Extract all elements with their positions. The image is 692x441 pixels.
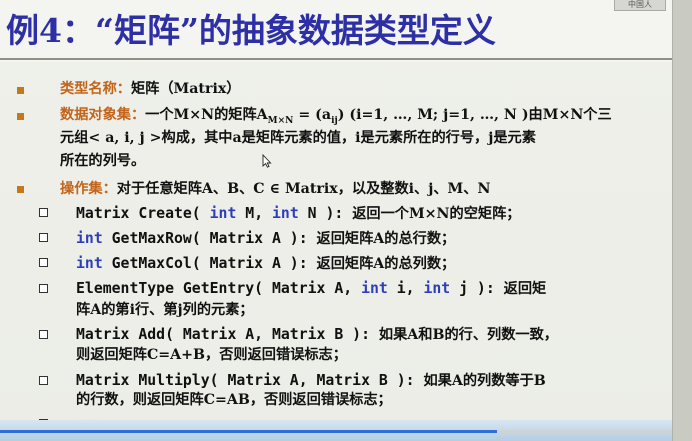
op-get-entry: ElementType GetEntry( Matrix A, int i, i…: [76, 278, 546, 298]
checkbox-bullet-icon: [39, 330, 48, 339]
op-desc: 返回矩阵A的总列数；: [316, 256, 456, 272]
op-desc: 返回矩阵A的总行数；: [316, 231, 456, 247]
video-progress-fill[interactable]: [0, 430, 498, 433]
data-set-line-1: 数据对象集：一个M×N的矩阵AM×N = (aij) (i=1, …, M; j…: [60, 104, 612, 126]
op-desc: 返回矩: [503, 281, 547, 297]
op-keyword: int: [361, 280, 388, 297]
bullet-icon: [17, 87, 24, 94]
op-code: Matrix Create(: [76, 205, 210, 222]
data-set-text-1c: ) (i=1, …, M; j=1, …, N )由M×N个三: [337, 107, 612, 123]
op-desc: 如果A和B的行、列数一致，: [378, 327, 558, 343]
checkbox-bullet-icon: [39, 208, 48, 217]
bullet-icon: [17, 186, 24, 193]
data-set-label: 数据对象集：: [60, 107, 146, 123]
checkbox-bullet-icon: [39, 233, 48, 242]
op-get-entry-desc-2: 阵A的第i行、第j列的元素；: [76, 302, 254, 318]
ops-intro: 对于任意矩阵A、B、C ∈ Matrix，以及整数i、j、M、N: [116, 181, 491, 197]
ops-label: 操作集：: [60, 181, 117, 197]
op-code: N ):: [298, 205, 353, 222]
op-code: GetMaxCol( Matrix A ):: [102, 255, 317, 272]
type-name-label: 类型名称：: [60, 81, 131, 97]
op-keyword: int: [76, 230, 103, 247]
checkbox-bullet-icon: [39, 284, 48, 293]
op-multiply-desc-2: 的行数，则返回矩阵C=AB，否则返回错误标志；: [76, 392, 392, 408]
type-name-line: 类型名称：矩阵（Matrix）: [60, 78, 240, 98]
corner-button[interactable]: 中国人: [614, 0, 666, 11]
op-code: i,: [387, 280, 424, 297]
op-keyword: int: [209, 205, 237, 222]
op-desc: 返回一个M×N的空矩阵；: [352, 206, 521, 222]
data-set-subscript: M×N: [267, 115, 294, 126]
op-code: GetMaxRow( Matrix A ):: [102, 230, 317, 247]
ops-intro-line: 操作集：对于任意矩阵A、B、C ∈ Matrix，以及整数i、j、M、N: [60, 178, 490, 198]
op-get-max-row: int GetMaxRow( Matrix A ): 返回矩阵A的总行数；: [76, 228, 455, 248]
data-set-line-3: 所在的列号。: [60, 153, 146, 169]
op-create: Matrix Create( int M, int N ): 返回一个M×N的空…: [76, 203, 520, 223]
data-set-line-2: 元组< a, i, j >构成，其中a是矩阵元素的值，i是元素所在的行号，j是元…: [60, 130, 536, 146]
type-name-value: 矩阵（Matrix）: [130, 81, 241, 97]
op-multiply: Matrix Multiply( Matrix A, Matrix B ): 如…: [76, 370, 546, 390]
mouse-cursor-icon: [262, 154, 272, 168]
data-set-subscript-2: ij: [331, 115, 338, 126]
data-set-text-1b: = (a: [293, 107, 332, 123]
op-code: Matrix Multiply( Matrix A, Matrix B ):: [76, 372, 424, 389]
checkbox-bullet-icon: [39, 376, 48, 385]
op-add-desc-2: 则返回矩阵C=A+B，否则返回错误标志；: [76, 347, 347, 363]
op-code: j ):: [450, 280, 504, 297]
op-keyword: int: [423, 280, 451, 297]
op-code: M,: [236, 205, 273, 222]
slide-title: 例4：“矩阵”的抽象数据类型定义: [6, 11, 496, 50]
op-get-max-col: int GetMaxCol( Matrix A ): 返回矩阵A的总列数；: [76, 253, 455, 273]
title-bar: 例4：“矩阵”的抽象数据类型定义: [0, 0, 672, 62]
op-add: Matrix Add( Matrix A, Matrix B ): 如果A和B的…: [76, 324, 558, 344]
op-code: ElementType GetEntry( Matrix A,: [76, 280, 362, 297]
data-set-text-1: 一个M×N的矩阵A: [145, 107, 268, 123]
bullet-icon: [17, 113, 24, 120]
op-keyword: int: [76, 255, 103, 272]
slide: 例4：“矩阵”的抽象数据类型定义 类型名称：矩阵（Matrix） 数据对象集：一…: [0, 0, 672, 441]
checkbox-bullet-icon: [39, 258, 48, 267]
op-code: Matrix Add( Matrix A, Matrix B ):: [76, 326, 379, 343]
title-divider: [0, 58, 672, 60]
side-panel: [672, 0, 692, 441]
op-keyword: int: [272, 205, 299, 222]
op-desc: 如果A的列数等于B: [423, 373, 546, 389]
